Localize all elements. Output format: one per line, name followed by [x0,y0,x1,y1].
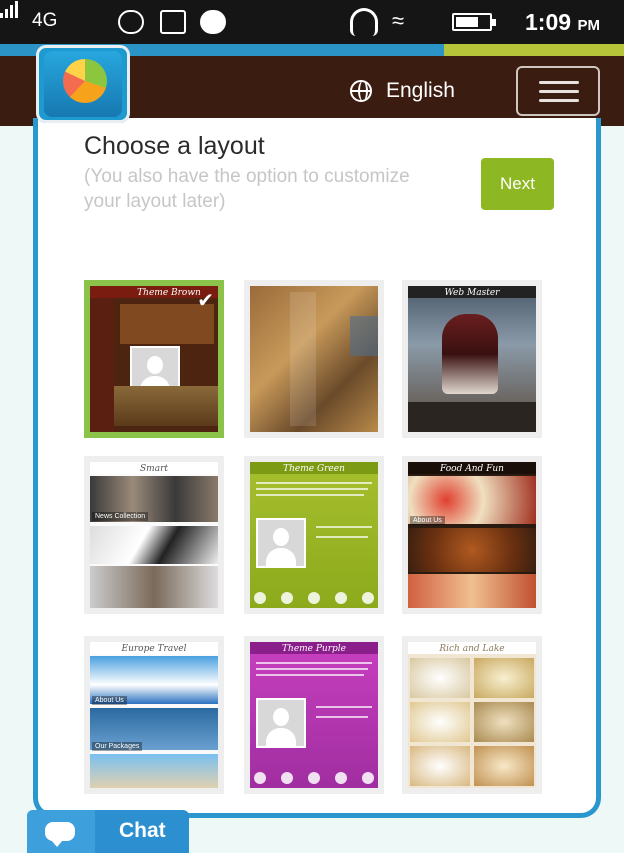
layout-option-theme-green[interactable]: Theme Green [244,456,384,614]
thumb-grid-tile [474,702,534,742]
chat-icon-box [27,810,95,853]
thumb-food-photo [114,386,218,426]
battery-icon [452,13,496,31]
thumb-grid-tile [410,658,470,698]
thumb-title: Europe Travel [121,644,187,654]
page-title: Choose a layout [84,132,265,160]
thumb-label: Our Packages [92,742,143,751]
thumb-title: Food And Fun [440,464,504,474]
thumb-label: News Collection [92,512,149,521]
language-selector[interactable]: English [350,76,455,106]
menu-line [539,90,579,93]
color-strip-green [444,44,624,56]
layout-option-europe-travel[interactable]: Europe Travel About Us Our Packages [84,636,224,794]
clock: 1:09 PM [525,9,600,35]
thumb-text-line [316,716,368,718]
thumb-nav-icons [254,772,374,784]
wifi-icon: ≈ [392,8,405,33]
layout-option-web-master[interactable]: Web Master [402,280,542,438]
thumb-windmill-photo [90,754,218,788]
thumb-model-photo [442,314,498,394]
thumb-accessories-photo [90,526,218,564]
layout-option-rich-and-lake[interactable]: Rich and Lake [402,636,542,794]
thumb-label: About Us [92,696,127,705]
thumb-footer [408,402,536,432]
thumb-grid-tile [474,746,534,786]
layout-option-2[interactable] [244,280,384,438]
layout-option-food-and-fun[interactable]: Food And Fun About Us [402,456,542,614]
thumb-grid-tile [410,746,470,786]
thumb-icon-column [290,292,316,426]
headset-icon [350,8,378,36]
thumb-nav-icons [254,592,374,604]
logo-badge [44,51,122,117]
thumb-title: Theme Green [283,464,345,474]
selected-check-icon: ✔ [197,290,214,312]
thumb-text-line [316,536,368,538]
thumb-side-panel [350,316,378,356]
whatsapp-icon [118,10,144,34]
layout-option-smart[interactable]: Smart News Collection [84,456,224,614]
thumb-text-line [256,488,368,490]
messenger-icon [200,10,226,34]
gallery-icon [160,10,186,34]
thumb-grid-tile [474,658,534,698]
status-bar: 4G ≈ 1:09 PM [0,0,624,44]
thumb-sidebar [90,286,114,432]
page-subtitle: (You also have the option to customize y… [84,166,410,212]
app-logo[interactable] [36,45,130,123]
thumb-roast-photo [408,528,536,572]
menu-line [539,81,579,84]
thumb-grid-tile [410,702,470,742]
thumb-title: Web Master [444,288,500,298]
language-label: English [386,79,455,102]
thumb-label: About Us [410,516,445,525]
thumb-seafood-photo [408,574,536,608]
hamburger-menu-button[interactable] [516,66,600,116]
thumb-title: Theme Purple [282,644,346,654]
thumb-text-line [256,494,364,496]
avatar-placeholder [256,518,306,568]
thumb-text-line [316,526,372,528]
thumb-text-line [256,662,372,664]
thumb-text-line [316,706,372,708]
thumb-text-line [256,668,368,670]
thumb-text-line [256,482,372,484]
thumb-title: Smart [140,464,168,474]
chat-button[interactable]: Chat [27,810,189,853]
thumb-title: Rich and Lake [439,644,505,654]
menu-line [539,99,579,102]
avatar-placeholder [256,698,306,748]
chat-label: Chat [119,819,166,842]
layout-option-theme-purple[interactable]: Theme Purple [244,636,384,794]
globe-icon [350,80,372,102]
thumb-text-line [256,674,364,676]
pie-chart-logo-icon [63,59,107,103]
layout-option-theme-brown[interactable]: Theme Brown ✔ [84,280,224,438]
chat-bubble-icon [45,822,75,847]
next-button[interactable]: Next [481,158,554,210]
thumb-couple-photo [90,566,218,608]
network-type: 4G [32,10,58,31]
